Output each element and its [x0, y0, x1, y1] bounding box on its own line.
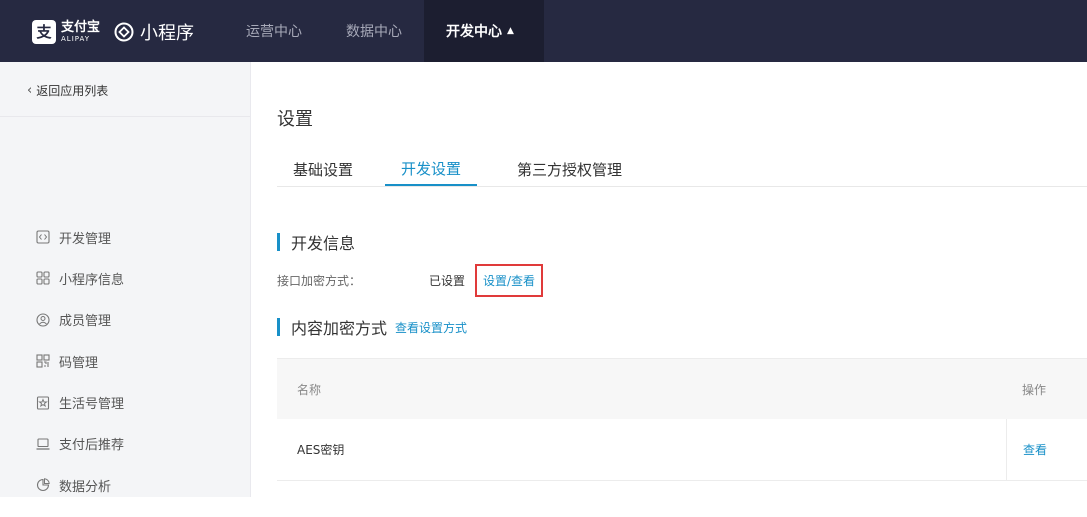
back-to-app-list-link[interactable]: ‹ 返回应用列表 [27, 82, 108, 99]
sidebar-item-post-payment-recommend[interactable]: 支付后推荐 [36, 434, 124, 454]
alipay-logo-icon: 支 [32, 20, 56, 44]
mini-program-title: 小程序 [140, 23, 195, 44]
sidebar-item-label: 支付后推荐 [59, 438, 125, 454]
nav-item-operations[interactable]: 运营中心 [224, 0, 324, 62]
tab-label: 开发设置 [401, 159, 462, 178]
nav-item-development[interactable]: 开发中心 ▲ [424, 0, 544, 62]
laptop-icon [36, 438, 50, 450]
settings-tabs: 基础设置 开发设置 第三方授权管理 [277, 152, 1087, 187]
view-setup-method-link[interactable]: 查看设置方式 [395, 319, 467, 336]
qr-code-icon [36, 354, 50, 368]
tab-label: 基础设置 [293, 160, 354, 179]
top-navigation-bar: 支 支付宝 ALIPAY 小程序 运营中心 数据中心 开发中心 ▲ [0, 0, 1087, 62]
sidebar-item-code-management[interactable]: 码管理 [36, 351, 124, 371]
sidebar-item-label: 数据分析 [59, 479, 112, 495]
row-op-cell: 查看 [1006, 419, 1087, 480]
pie-chart-icon [36, 478, 50, 492]
user-circle-icon [36, 313, 50, 327]
section-accent-bar [277, 318, 280, 336]
chevron-left-icon: ‹ [27, 83, 33, 98]
grid-icon [36, 271, 50, 285]
row-name-cell: AES密钥 [297, 443, 345, 457]
page-title: 设置 [277, 109, 313, 130]
section-title: 内容加密方式 [291, 319, 388, 338]
sidebar-item-label: 生活号管理 [59, 397, 125, 413]
sidebar-item-mini-program-info[interactable]: 小程序信息 [36, 268, 124, 288]
code-icon [36, 230, 50, 244]
sidebar-item-label: 码管理 [59, 355, 99, 371]
view-aes-key-link[interactable]: 查看 [1023, 441, 1047, 458]
caret-up-icon: ▲ [507, 26, 514, 36]
top-nav: 运营中心 数据中心 开发中心 ▲ [224, 0, 544, 62]
column-header-op: 操作 [1022, 382, 1047, 397]
table-header: 名称 操作 [277, 359, 1087, 419]
section-title: 开发信息 [291, 234, 356, 253]
back-link-label: 返回应用列表 [36, 84, 109, 98]
sidebar-divider [0, 116, 250, 117]
nav-item-label: 运营中心 [246, 24, 302, 40]
mini-program-logo-icon [114, 22, 134, 42]
brand[interactable]: 支 支付宝 ALIPAY 小程序 [32, 18, 194, 46]
content-encryption-section-header: 内容加密方式 查看设置方式 [277, 315, 467, 339]
nav-item-data[interactable]: 数据中心 [324, 0, 424, 62]
tab-label: 第三方授权管理 [517, 160, 623, 179]
badge-icon [36, 396, 50, 410]
api-encryption-status: 已设置 [429, 274, 466, 288]
sidebar-item-life-account[interactable]: 生活号管理 [36, 393, 124, 413]
sidebar: ‹ 返回应用列表 开发管理 小程序信息 成员管理 码管理 生活号管理 支付后推荐… [0, 62, 251, 497]
dev-info-section-header: 开发信息 [277, 230, 355, 254]
api-encryption-row: 接口加密方式： 已设置 设置/查看 [277, 264, 544, 297]
section-accent-bar [277, 233, 280, 251]
alipay-en-text: ALIPAY [61, 35, 91, 43]
table-row: AES密钥 查看 [277, 419, 1087, 481]
sidebar-menu: 开发管理 小程序信息 成员管理 码管理 生活号管理 支付后推荐 数据分析 [36, 227, 124, 517]
alipay-cn-text: 支付宝 [61, 20, 101, 35]
sidebar-item-members[interactable]: 成员管理 [36, 310, 124, 330]
column-header-name: 名称 [297, 382, 322, 397]
main-content: 设置 基础设置 开发设置 第三方授权管理 开发信息 接口加密方式： 已设置 设置… [251, 62, 1087, 497]
tab-dev-settings[interactable]: 开发设置 [385, 152, 478, 186]
tab-third-party-auth[interactable]: 第三方授权管理 [501, 152, 638, 186]
sidebar-item-label: 成员管理 [59, 314, 112, 330]
nav-item-label: 数据中心 [346, 24, 402, 40]
api-encryption-set-view-link[interactable]: 设置/查看 [475, 264, 544, 297]
sidebar-item-data-analysis[interactable]: 数据分析 [36, 475, 124, 495]
sidebar-item-dev-management[interactable]: 开发管理 [36, 227, 124, 247]
content-encryption-table: 名称 操作 AES密钥 查看 [277, 358, 1087, 481]
tab-basic-settings[interactable]: 基础设置 [277, 152, 369, 186]
api-encryption-label: 接口加密方式： [277, 274, 362, 288]
alipay-wordmark: 支付宝 ALIPAY [61, 21, 100, 43]
sidebar-item-label: 小程序信息 [59, 272, 125, 288]
sidebar-item-label: 开发管理 [59, 231, 112, 247]
nav-item-label: 开发中心 [446, 24, 502, 40]
